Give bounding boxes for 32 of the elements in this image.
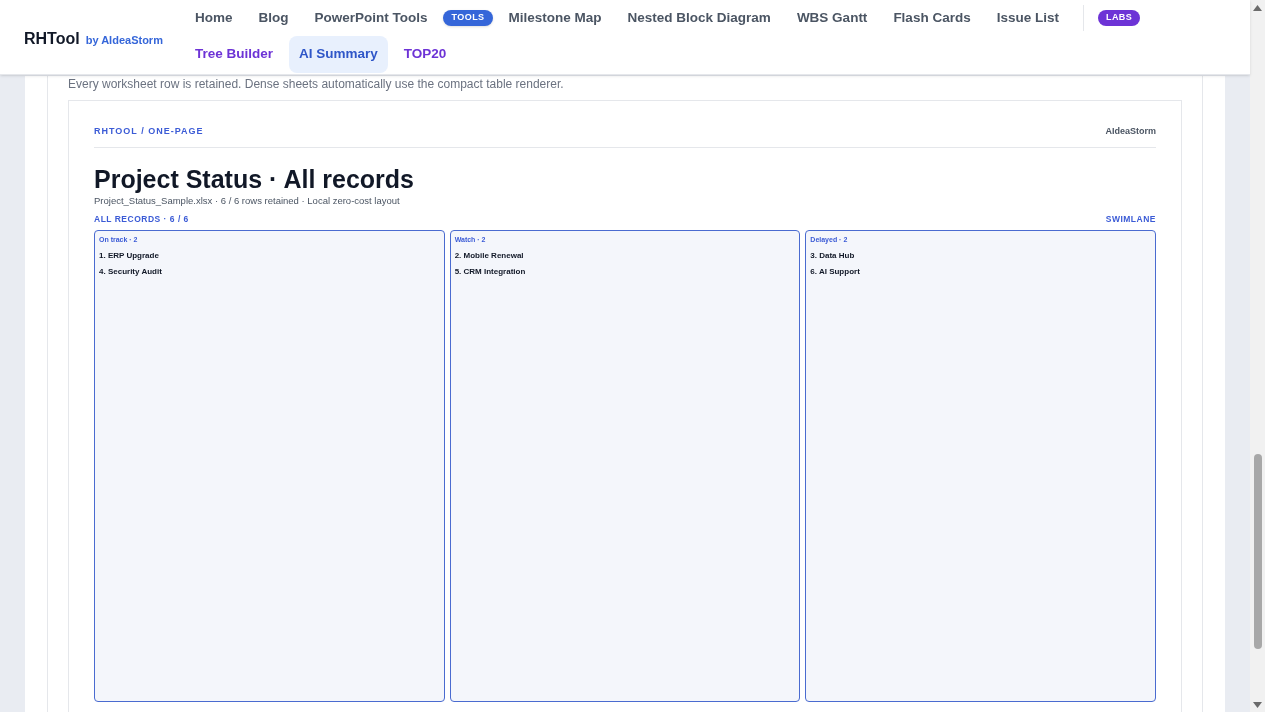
nav-link[interactable]: PowerPoint Tools — [304, 4, 438, 33]
nav-link[interactable]: Home — [184, 4, 243, 33]
nav-link[interactable]: WBS Gantt — [786, 4, 878, 33]
nav-link[interactable]: TOP20 — [393, 36, 457, 73]
document-title: Project Status · All records — [94, 163, 415, 194]
nav-link[interactable]: Nested Block Diagram — [617, 4, 781, 33]
nav-link[interactable]: Milestone Map — [498, 4, 612, 33]
scrollbar-thumb[interactable] — [1253, 454, 1262, 649]
author-label: AIdeaStorm — [1105, 125, 1156, 138]
note-text: Every worksheet row is retained. Dense sheets automatically use the compact table renderer. — [68, 76, 565, 92]
scroll-up-icon[interactable] — [1253, 5, 1262, 11]
nav-link[interactable]: Flash Cards — [883, 4, 981, 33]
labs-badge: LABS — [1097, 10, 1141, 26]
lane-item: 2. Mobile Renewal — [454, 250, 525, 263]
section-label: ALL RECORDS · 6 / 6 — [94, 212, 189, 226]
nav-link[interactable]: Issue List — [986, 4, 1069, 33]
lane-item: 6. AI Support — [810, 266, 861, 279]
nav-link[interactable]: AI Summary — [288, 36, 388, 73]
scrollbar[interactable] — [1250, 0, 1265, 712]
nav-link[interactable]: Tree Builder — [184, 36, 283, 73]
nav-link[interactable]: Blog — [248, 4, 299, 33]
view-label: SWIMLANE — [1105, 212, 1156, 226]
lane-item: 5. CRM Integration — [454, 266, 527, 279]
scroll-down-icon[interactable] — [1253, 702, 1262, 708]
breadcrumb: RHTOOL / ONE-PAGE — [94, 125, 204, 138]
brand-logo[interactable]: RHTool — [24, 27, 80, 51]
tools-badge: TOOLS — [443, 10, 493, 26]
lane-item: 1. ERP Upgrade — [99, 250, 160, 263]
document-subtitle: Project_Status_Sample.xlsx · 6 / 6 rows retained · Local zero-cost layout — [94, 193, 401, 208]
lane-item: 3. Data Hub — [810, 250, 856, 263]
brand-byline: by AIdeaStorm — [85, 33, 163, 48]
lane-item: 4. Security Audit — [99, 266, 163, 279]
